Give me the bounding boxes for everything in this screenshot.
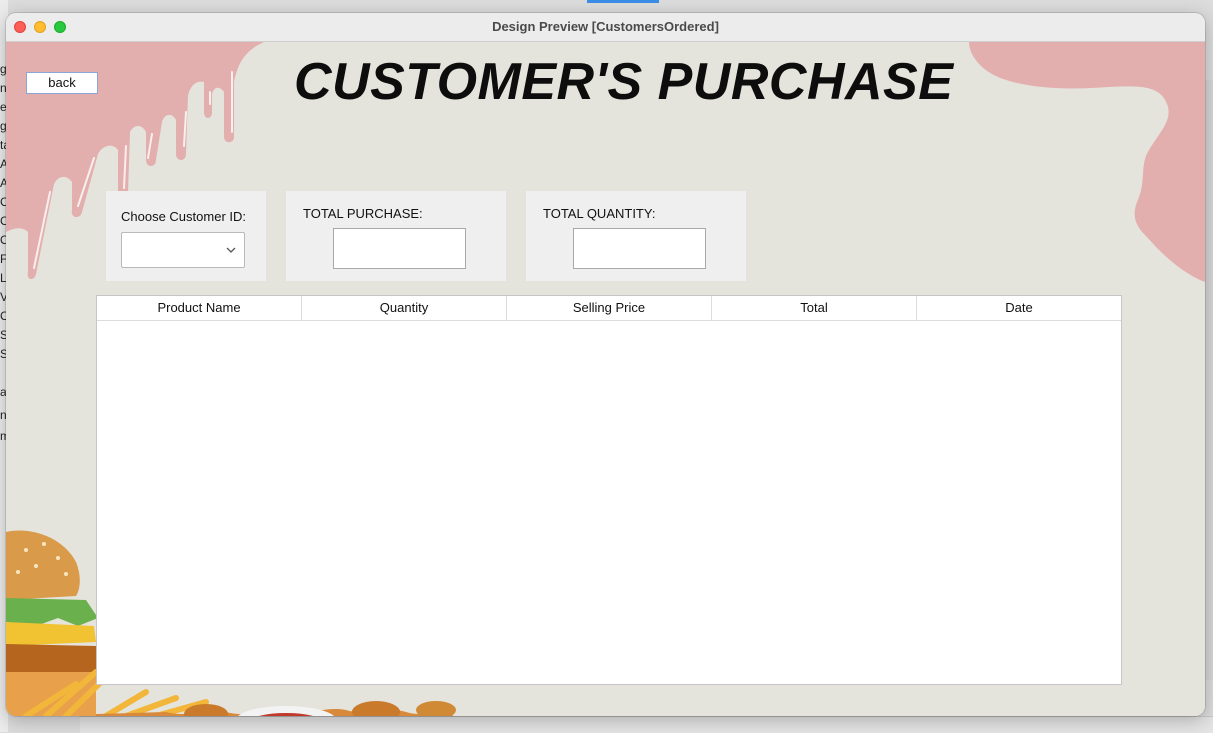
table-header: Product Name Quantity Selling Price Tota… — [97, 296, 1121, 321]
customer-id-label: Choose Customer ID: — [121, 209, 246, 224]
total-quantity-field[interactable] — [573, 228, 706, 269]
total-purchase-field[interactable] — [333, 228, 466, 269]
column-header-quantity[interactable]: Quantity — [302, 296, 507, 320]
background-tab-indicator — [587, 0, 659, 3]
customer-id-dropdown[interactable] — [121, 232, 245, 268]
page-title: CUSTOMER'S PURCHASE — [294, 53, 954, 111]
title-bar[interactable]: Design Preview [CustomersOrdered] — [6, 13, 1205, 42]
background-ide-bottom — [80, 716, 1213, 733]
total-quantity-panel: TOTAL QUANTITY: — [526, 191, 746, 281]
table-body[interactable] — [97, 321, 1121, 684]
background-ide-right — [1204, 80, 1213, 680]
total-purchase-panel: TOTAL PURCHASE: — [286, 191, 506, 281]
column-header-product-name[interactable]: Product Name — [97, 296, 302, 320]
total-quantity-label: TOTAL QUANTITY: — [543, 206, 656, 221]
back-button[interactable]: back — [26, 72, 98, 94]
purchase-table[interactable]: Product Name Quantity Selling Price Tota… — [96, 295, 1122, 685]
customer-id-panel: Choose Customer ID: — [106, 191, 266, 281]
form-content: back CUSTOMER'S PURCHASE Choose Customer… — [6, 42, 1205, 716]
total-purchase-label: TOTAL PURCHASE: — [303, 206, 423, 221]
column-header-date[interactable]: Date — [917, 296, 1121, 320]
pink-blob-decoration — [969, 42, 1205, 282]
column-header-total[interactable]: Total — [712, 296, 917, 320]
preview-window: Design Preview [CustomersOrdered] back C… — [6, 13, 1205, 716]
window-title: Design Preview [CustomersOrdered] — [492, 19, 719, 34]
column-header-selling-price[interactable]: Selling Price — [507, 296, 712, 320]
chevron-down-icon — [226, 247, 236, 253]
